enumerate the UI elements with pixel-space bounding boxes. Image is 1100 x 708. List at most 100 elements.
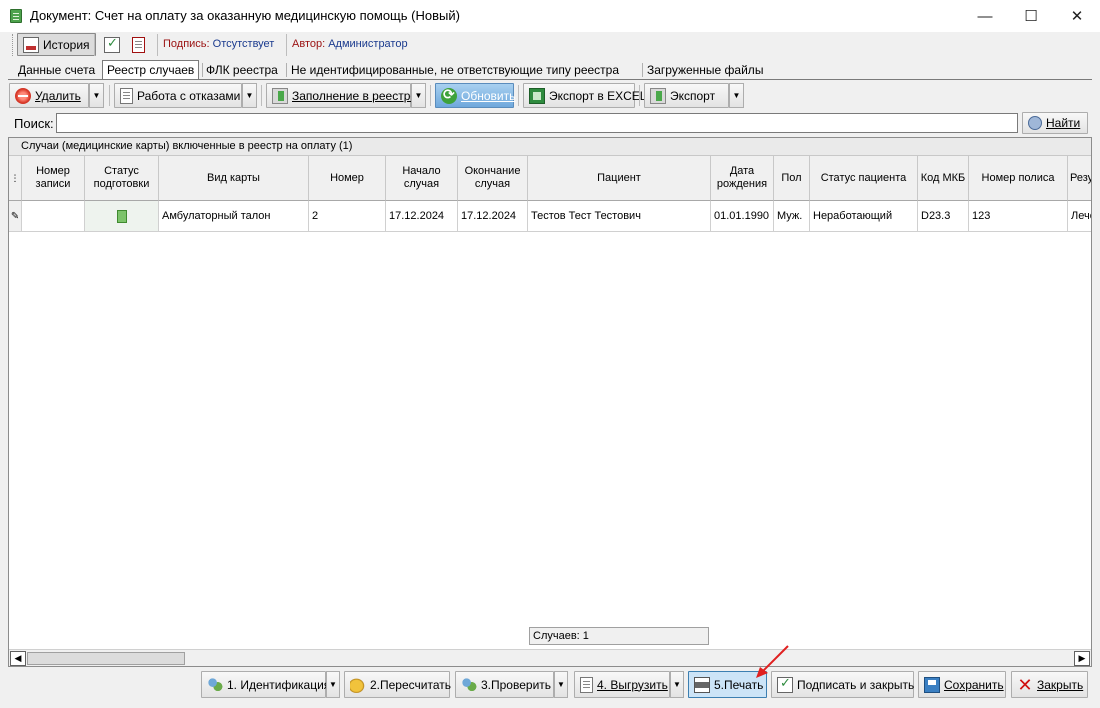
check-dropdown[interactable]: ▼ [554,671,568,698]
author-label: Автор: [292,38,326,50]
recalc-button[interactable]: 2.Пересчитать [344,671,451,698]
refresh-label: Обновить [461,88,516,103]
cell-sex[interactable]: Муж. [774,201,810,232]
fill-registry-dropdown[interactable]: ▼ [411,83,426,108]
search-label: Поиск: [14,116,54,131]
upload-button[interactable]: 4. Выгрузить [574,671,670,698]
refresh-button[interactable]: Обновить [435,83,516,108]
separator [261,85,262,106]
col-birth[interactable]: Дата рождения [711,156,774,201]
scroll-right-icon[interactable]: ▶ [1074,651,1090,666]
tab-divider [286,63,287,77]
cell-birth[interactable]: 01.01.1990 [711,201,774,232]
unsign-doc-icon [132,36,145,53]
save-button[interactable]: Сохранить [918,671,1006,698]
save-icon [924,676,940,693]
find-button[interactable]: Найти [1022,112,1088,134]
identify-label: 1. Идентификация [227,677,331,692]
delete-dropdown[interactable]: ▼ [89,83,104,108]
author-info: Автор: Администратор [292,38,408,50]
users-icon [207,676,223,693]
identify-dropdown[interactable]: ▼ [326,671,340,698]
upload-label: 4. Выгрузить [597,677,668,692]
delete-icon [15,87,31,104]
col-number[interactable]: Номер [309,156,386,201]
tab-unidentified[interactable]: Не идентифицированные, не ответствующие … [287,61,623,80]
col-prep-status[interactable]: Статус подготовки [85,156,159,201]
find-label: Найти [1046,116,1081,130]
cell-card-type[interactable]: Амбулаторный талон [159,201,309,232]
tab-baseline [8,79,1092,80]
col-policy[interactable]: Номер полиса [969,156,1068,201]
delete-button[interactable]: Удалить [9,83,89,108]
tab-uploaded-files[interactable]: Загруженные файлы [643,61,767,80]
separator [109,85,110,106]
tab-divider [202,63,203,77]
export-excel-button[interactable]: Экспорт в EXCEL [523,83,646,108]
excel-icon [529,87,545,104]
separator [94,34,95,56]
download-icon [272,87,288,104]
col-patient[interactable]: Пациент [528,156,711,201]
row-indicator-header: ⋮ [9,156,22,201]
find-icon [1028,116,1042,130]
close-icon: ✕ [1017,674,1033,695]
col-patient-status[interactable]: Статус пациента [810,156,918,201]
signature-value: Отсутствует [212,38,275,50]
refusals-dropdown[interactable]: ▼ [242,83,257,108]
sign-doc-button[interactable] [100,33,124,56]
tab-flk-registry[interactable]: ФЛК реестра [202,61,282,80]
tab-cases-registry[interactable]: Реестр случаев [102,60,200,80]
cell-patient[interactable]: Тестов Тест Тестович [528,201,711,232]
col-end[interactable]: Окончание случая [458,156,528,201]
separator [518,85,519,106]
cell-start[interactable]: 17.12.2024 [386,201,458,232]
cell-prep-status[interactable] [85,201,159,232]
scroll-left-icon[interactable]: ◀ [10,651,26,666]
export-button[interactable]: Экспорт [644,83,729,108]
unsign-doc-button[interactable] [128,33,152,56]
cell-number[interactable]: 2 [309,201,386,232]
col-start[interactable]: Начало случая [386,156,458,201]
fill-registry-label: Заполнение в реестре [292,88,418,103]
cell-result[interactable]: Лече [1068,201,1091,232]
printer-icon [694,676,710,693]
fill-registry-button[interactable]: Заполнение в реестре [266,83,417,108]
col-icd[interactable]: Код МКБ [918,156,969,201]
cell-policy[interactable]: 123 [969,201,1068,232]
tab-invoice-data[interactable]: Данные счета [14,61,99,80]
export-dropdown[interactable]: ▼ [729,83,744,108]
close-window-button[interactable]: ✕ [1054,0,1100,32]
horizontal-scrollbar[interactable]: ◀ ▶ [9,649,1091,666]
refusals-icon [120,87,133,104]
maximize-button[interactable]: ☐ [1008,0,1054,32]
cell-record-no[interactable] [22,201,85,232]
cases-count: Случаев: 1 [529,627,709,645]
scroll-thumb[interactable] [27,652,185,665]
cell-end[interactable]: 17.12.2024 [458,201,528,232]
refusals-button[interactable]: Работа с отказами [114,83,242,108]
upload-dropdown[interactable]: ▼ [670,671,684,698]
close-button[interactable]: ✕ Закрыть [1011,671,1088,698]
check-users-icon [461,676,477,693]
check-button[interactable]: 3.Проверить [455,671,554,698]
separator [286,34,287,56]
recalc-label: 2.Пересчитать [370,677,451,692]
cell-patient-status[interactable]: Неработающий [810,201,918,232]
col-sex[interactable]: Пол [774,156,810,201]
refresh-icon [441,86,457,104]
search-input[interactable] [56,113,1018,133]
minimize-button[interactable]: — [962,0,1008,32]
col-record-no[interactable]: Номер записи [22,156,85,201]
identify-button[interactable]: 1. Идентификация [201,671,330,698]
col-result[interactable]: Резу [1068,156,1091,201]
annotation-arrow-icon [756,645,789,678]
col-card-type[interactable]: Вид карты [159,156,309,201]
check-label: 3.Проверить [481,677,552,692]
tab-divider [642,63,643,77]
export-icon [650,87,666,104]
history-button[interactable]: История [17,33,96,56]
cell-icd[interactable]: D23.3 [918,201,969,232]
title-bar: Документ: Счет на оплату за оказанную ме… [0,0,1100,32]
delete-label: Удалить [35,88,81,103]
